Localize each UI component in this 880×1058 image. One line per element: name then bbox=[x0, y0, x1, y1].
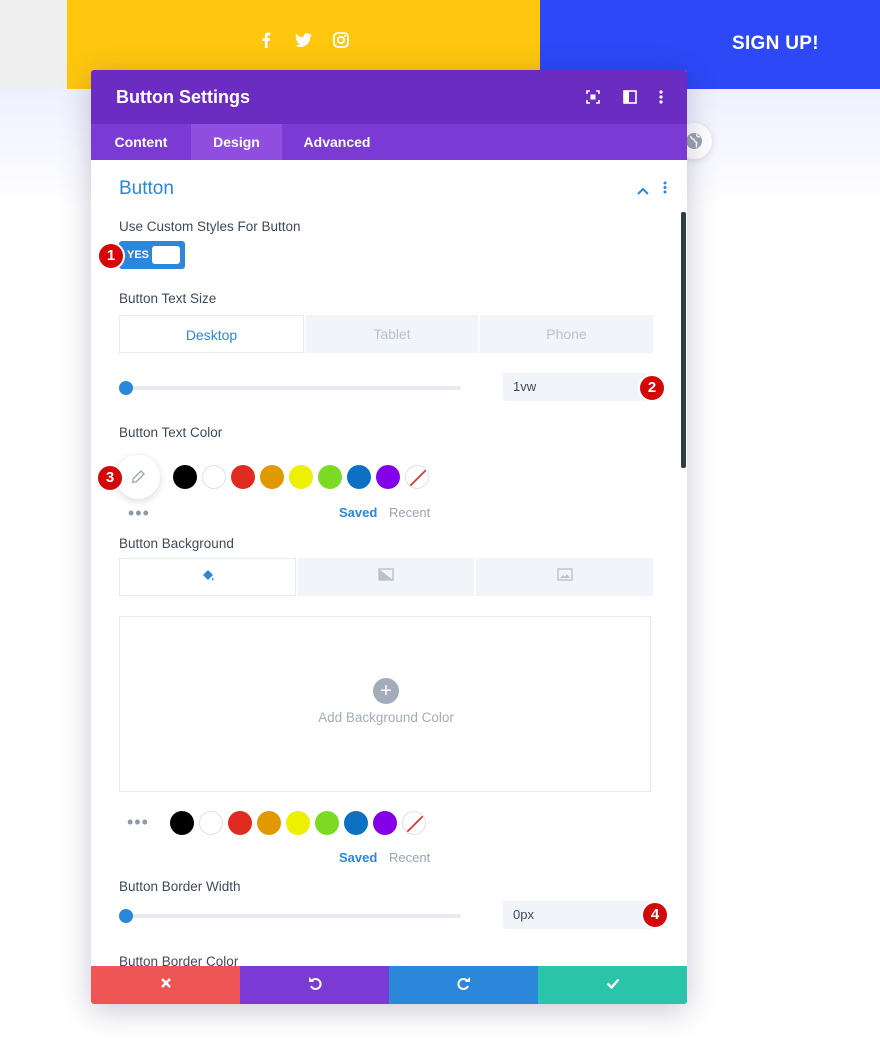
twitter-icon[interactable] bbox=[293, 30, 313, 50]
close-icon bbox=[160, 976, 172, 994]
toggle-knob bbox=[152, 246, 180, 264]
fullscreen-icon[interactable] bbox=[585, 89, 601, 105]
background-label: Button Background bbox=[119, 536, 234, 551]
check-icon bbox=[606, 976, 620, 994]
custom-styles-toggle[interactable]: YES bbox=[119, 241, 185, 269]
color-swatch[interactable] bbox=[347, 465, 371, 489]
text-size-slider[interactable] bbox=[125, 386, 461, 390]
background-saved-tab[interactable]: Saved bbox=[339, 850, 377, 865]
page-background-grey bbox=[0, 0, 67, 89]
marker-4: 4 bbox=[643, 903, 667, 927]
more-vertical-icon[interactable] bbox=[653, 89, 669, 105]
marker-1: 1 bbox=[99, 244, 123, 268]
background-more-dots[interactable]: ••• bbox=[127, 812, 149, 833]
color-swatch[interactable] bbox=[260, 465, 284, 489]
border-width-label: Button Border Width bbox=[119, 879, 241, 894]
undo-icon bbox=[308, 976, 322, 995]
section-title[interactable]: Button bbox=[119, 178, 174, 200]
device-tab-tablet[interactable]: Tablet bbox=[306, 315, 478, 353]
modal-header: Button Settings bbox=[91, 70, 687, 124]
marker-3: 3 bbox=[98, 466, 122, 490]
background-color-area[interactable]: + Add Background Color bbox=[119, 616, 651, 792]
text-size-slider-knob[interactable] bbox=[119, 381, 133, 395]
image-icon bbox=[556, 568, 573, 586]
device-tab-desktop[interactable]: Desktop bbox=[119, 315, 304, 353]
color-swatch[interactable] bbox=[257, 811, 281, 835]
border-width-input[interactable]: 0px bbox=[503, 901, 653, 929]
color-swatch[interactable] bbox=[373, 811, 397, 835]
color-swatch[interactable] bbox=[199, 811, 223, 835]
color-swatch[interactable] bbox=[286, 811, 310, 835]
color-swatch[interactable] bbox=[315, 811, 339, 835]
text-color-label: Button Text Color bbox=[119, 425, 223, 440]
modal-body: Button Use Custom Styles For Button YES … bbox=[91, 160, 687, 966]
background-recent-tab[interactable]: Recent bbox=[389, 850, 430, 865]
cancel-button[interactable] bbox=[91, 966, 240, 1004]
border-color-label: Button Border Color bbox=[119, 954, 239, 966]
color-swatch[interactable] bbox=[173, 465, 197, 489]
color-swatch[interactable] bbox=[376, 465, 400, 489]
text-color-saved-tab[interactable]: Saved bbox=[339, 505, 377, 520]
border-width-slider-knob[interactable] bbox=[119, 909, 133, 923]
section-more-icon[interactable] bbox=[663, 181, 667, 199]
add-background-color-button[interactable]: + bbox=[373, 678, 399, 704]
text-size-input[interactable]: 1vw bbox=[503, 373, 653, 401]
marker-2: 2 bbox=[640, 376, 664, 400]
text-color-more-dots[interactable]: ••• bbox=[128, 503, 150, 524]
facebook-icon[interactable] bbox=[256, 30, 276, 50]
color-swatch[interactable] bbox=[170, 811, 194, 835]
gradient-icon bbox=[378, 568, 394, 586]
instagram-icon[interactable] bbox=[331, 30, 351, 50]
eyedropper-icon[interactable] bbox=[116, 455, 160, 499]
signup-button[interactable]: SIGN UP! bbox=[732, 33, 819, 55]
add-background-color-label[interactable]: Add Background Color bbox=[120, 710, 652, 725]
tab-advanced[interactable]: Advanced bbox=[282, 124, 392, 160]
background-tab-image[interactable] bbox=[476, 558, 653, 596]
modal-tabs: Content Design Advanced bbox=[91, 124, 687, 160]
paint-bucket-icon bbox=[201, 568, 215, 587]
button-settings-modal: Button Settings Content Design Advanced … bbox=[91, 70, 687, 1004]
no-color-swatch[interactable] bbox=[405, 465, 429, 489]
columns-icon[interactable] bbox=[622, 89, 638, 105]
color-swatch[interactable] bbox=[202, 465, 226, 489]
tab-design[interactable]: Design bbox=[191, 124, 282, 160]
color-swatch[interactable] bbox=[318, 465, 342, 489]
undo-button[interactable] bbox=[240, 966, 389, 1004]
save-button[interactable] bbox=[538, 966, 687, 1004]
no-color-swatch[interactable] bbox=[402, 811, 426, 835]
text-color-recent-tab[interactable]: Recent bbox=[389, 505, 430, 520]
modal-title: Button Settings bbox=[116, 87, 250, 107]
scrollbar[interactable] bbox=[681, 212, 686, 468]
color-swatch[interactable] bbox=[289, 465, 313, 489]
background-tab-color[interactable] bbox=[119, 558, 296, 596]
modal-footer bbox=[91, 966, 687, 1004]
border-width-slider[interactable] bbox=[125, 914, 461, 918]
color-swatch[interactable] bbox=[231, 465, 255, 489]
color-swatch[interactable] bbox=[344, 811, 368, 835]
chevron-up-icon[interactable] bbox=[637, 182, 649, 200]
toggle-text: YES bbox=[127, 249, 150, 261]
color-swatch[interactable] bbox=[228, 811, 252, 835]
background-tab-gradient[interactable] bbox=[298, 558, 474, 596]
redo-icon bbox=[457, 976, 471, 995]
tab-content[interactable]: Content bbox=[91, 124, 191, 160]
device-tab-phone[interactable]: Phone bbox=[480, 315, 653, 353]
redo-button[interactable] bbox=[389, 966, 538, 1004]
text-size-label: Button Text Size bbox=[119, 291, 217, 306]
custom-styles-label: Use Custom Styles For Button bbox=[119, 219, 301, 234]
